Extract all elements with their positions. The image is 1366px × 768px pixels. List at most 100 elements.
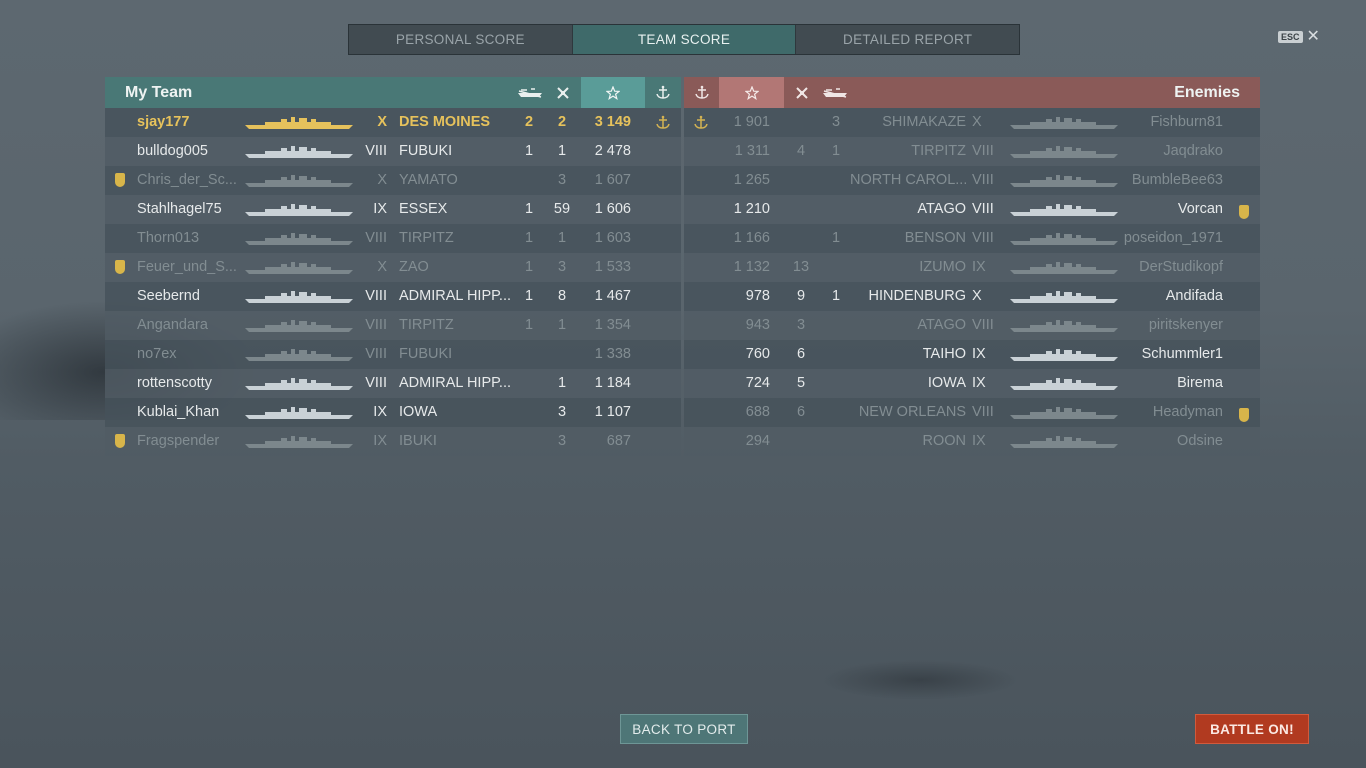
my-team-row[interactable]: rottenscotty VIII ADMIRAL HIPP... 1 1 184 [105, 369, 681, 398]
ship-tier: VIII [365, 230, 387, 246]
enemy-row[interactable]: 1 265 NORTH CAROL... VIII BumbleBee63 [684, 166, 1260, 195]
ship-silhouette-icon [245, 203, 353, 217]
ship-silhouette-icon [1010, 319, 1118, 333]
ship-tier: VIII [365, 317, 387, 333]
my-team-row[interactable]: bulldog005 VIII FUBUKI 1 1 2 478 [105, 137, 681, 166]
player-name: Birema [1177, 375, 1223, 391]
score: 1 603 [594, 230, 631, 246]
ship-tier: IX [972, 433, 986, 449]
enemy-row[interactable]: 724 5 IOWA IX Birema [684, 369, 1260, 398]
planes-destroyed [788, 108, 814, 137]
enemy-row[interactable]: 943 3 ATAGO VIII piritskenyer [684, 311, 1260, 340]
ship-tier: X [972, 288, 982, 304]
ship-tier: VIII [972, 143, 994, 159]
planes-destroyed: 6 [796, 404, 806, 420]
my-team-row[interactable]: Seebernd VIII ADMIRAL HIPP... 1 8 1 467 [105, 282, 681, 311]
ship-name: IBUKI [399, 433, 437, 449]
my-team-row[interactable]: Feuer_und_S... X ZAO 1 3 1 533 [105, 253, 681, 282]
ship-silhouette-icon [245, 377, 353, 391]
player-name: bulldog005 [137, 143, 208, 159]
enemy-row[interactable]: 1 166 1 BENSON VIII poseidon_1971 [684, 224, 1260, 253]
my-team-row[interactable]: sjay177 X DES MOINES 2 2 3 149 [105, 108, 681, 137]
tab-team-score[interactable]: TEAM SCORE [572, 25, 797, 54]
player-name: Fragspender [137, 433, 220, 449]
ship-name: BENSON [904, 230, 966, 246]
ship-tier: VIII [972, 201, 994, 217]
ship-silhouette-icon [245, 319, 353, 333]
ship-silhouette-icon [1010, 406, 1118, 420]
my-team-row[interactable]: Stahlhagel75 IX ESSEX 1 59 1 606 [105, 195, 681, 224]
ship-name: ADMIRAL HIPP... [399, 375, 512, 391]
player-name: Chris_der_Sc... [137, 172, 237, 188]
ship-name: NEW ORLEANS [858, 404, 966, 420]
close-icon: ✕ [1306, 28, 1320, 45]
player-name: piritskenyer [1148, 317, 1223, 333]
esc-key-label: ESC [1278, 31, 1303, 43]
ship-silhouette-icon [245, 145, 353, 159]
player-name: no7ex [137, 346, 177, 362]
player-name: Kublai_Khan [137, 404, 220, 420]
anchor-icon [656, 115, 670, 130]
rank-badge-icon [1239, 408, 1249, 422]
ship-silhouette-icon [1010, 145, 1118, 159]
ship-tier: IX [373, 404, 387, 420]
ship-silhouette-icon [1010, 203, 1118, 217]
player-name: Seebernd [137, 288, 200, 304]
ship-tier: VIII [365, 288, 387, 304]
enemy-row[interactable]: 688 6 NEW ORLEANS VIII Headyman [684, 398, 1260, 427]
score-star-icon [581, 77, 645, 108]
enemy-row[interactable]: 294 ROON IX Odsine [684, 427, 1260, 456]
ship-name: IOWA [927, 375, 966, 391]
player-name: Schummler1 [1141, 346, 1223, 362]
ship-name: TIRPITZ [399, 230, 454, 246]
anchor-icon [686, 77, 718, 108]
score: 1 166 [733, 230, 770, 246]
ship-name: ZAO [399, 259, 429, 275]
enemies-rows: 1 901 3 SHIMAKAZE X Fishburn81 1 311 4 1 TIRPITZ… [684, 108, 1260, 456]
enemy-row[interactable]: 1 311 4 1 TIRPITZ VIII Jaqdrako [684, 137, 1260, 166]
tab-detailed-report[interactable]: DETAILED REPORT [796, 25, 1019, 54]
esc-close-button[interactable]: ESC ✕ [1278, 28, 1320, 45]
battle-on-button[interactable]: BATTLE ON! [1195, 714, 1309, 744]
ships-destroyed [823, 311, 849, 340]
player-name: Headyman [1152, 404, 1223, 420]
ship-name: NORTH CAROL... [850, 172, 966, 188]
ship-tier: X [377, 259, 387, 275]
ship-silhouette-icon [1010, 348, 1118, 362]
planes-destroyed: 3 [557, 259, 567, 275]
planes-destroyed [788, 166, 814, 195]
ships-destroyed: 1 [831, 230, 841, 246]
ship-silhouette-icon [1010, 290, 1118, 304]
ship-name: ATAGO [917, 317, 966, 333]
player-name: Stahlhagel75 [137, 201, 222, 217]
my-team-row[interactable]: Fragspender IX IBUKI 3 687 [105, 427, 681, 456]
my-team-row[interactable]: Kublai_Khan IX IOWA 3 1 107 [105, 398, 681, 427]
enemy-row[interactable]: 1 210 ATAGO VIII Vorcan [684, 195, 1260, 224]
ship-name: TIRPITZ [911, 143, 966, 159]
player-name: Odsine [1177, 433, 1223, 449]
enemy-row[interactable]: 978 9 1 HINDENBURG X Andifada [684, 282, 1260, 311]
ships-destroyed: 1 [524, 288, 534, 304]
ships-destroyed: 1 [524, 230, 534, 246]
planes-destroyed [788, 195, 814, 224]
score: 1 467 [594, 288, 631, 304]
ships-destroyed: 1 [524, 143, 534, 159]
planes-destroyed [788, 224, 814, 253]
enemy-row[interactable]: 760 6 TAIHO IX Schummler1 [684, 340, 1260, 369]
score: 688 [745, 404, 770, 420]
player-name: Angandara [137, 317, 208, 333]
enemy-row[interactable]: 1 132 13 IZUMO IX DerStudikopf [684, 253, 1260, 282]
enemy-row[interactable]: 1 901 3 SHIMAKAZE X Fishburn81 [684, 108, 1260, 137]
tab-personal-score[interactable]: PERSONAL SCORE [349, 25, 573, 54]
ship-name: FUBUKI [399, 143, 453, 159]
my-team-row[interactable]: Chris_der_Sc... X YAMATO 3 1 607 [105, 166, 681, 195]
my-team-row[interactable]: no7ex VIII FUBUKI 1 338 [105, 340, 681, 369]
my-team-row[interactable]: Angandara VIII TIRPITZ 1 1 1 354 [105, 311, 681, 340]
enemies-header: Enemies [684, 77, 1260, 108]
ship-tier: IX [972, 375, 986, 391]
my-team-row[interactable]: Thorn013 VIII TIRPITZ 1 1 1 603 [105, 224, 681, 253]
ship-silhouette-icon [245, 116, 353, 130]
player-name: BumbleBee63 [1131, 172, 1223, 188]
back-to-port-button[interactable]: BACK TO PORT [620, 714, 748, 744]
ship-name: FUBUKI [399, 346, 453, 362]
